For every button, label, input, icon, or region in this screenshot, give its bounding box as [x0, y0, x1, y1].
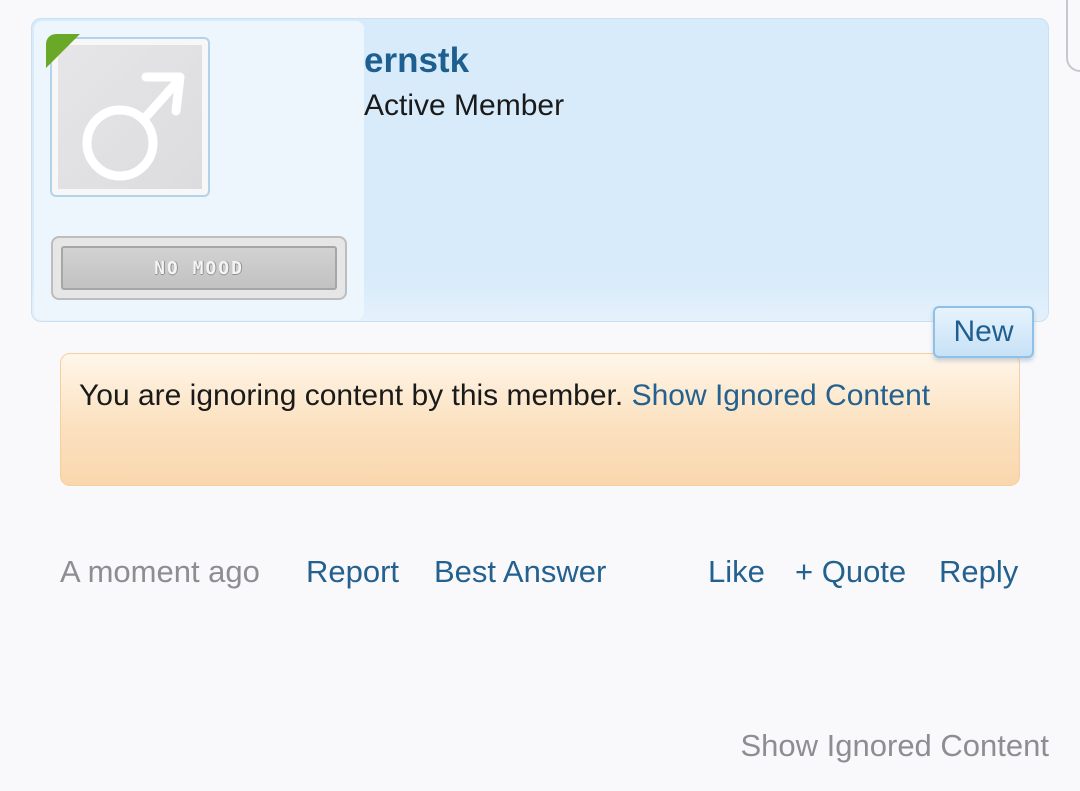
post-timestamp[interactable]: A moment ago	[60, 551, 260, 593]
best-answer-link[interactable]: Best Answer	[434, 551, 606, 593]
user-title: Active Member	[364, 89, 565, 122]
online-indicator	[46, 34, 80, 68]
page: NO MOOD ernstk Active Member New You are…	[0, 0, 1080, 791]
username-link[interactable]: ernstk	[364, 41, 469, 81]
reply-link[interactable]: Reply	[939, 551, 1018, 593]
ignored-content-notice: You are ignoring content by this member.…	[60, 353, 1020, 486]
new-badge: New	[933, 306, 1034, 358]
like-link[interactable]: Like	[708, 551, 765, 593]
report-link[interactable]: Report	[306, 551, 399, 593]
mood-button[interactable]: NO MOOD	[51, 236, 347, 300]
show-ignored-content-link[interactable]: Show Ignored Content	[632, 379, 931, 412]
ignored-notice-text: You are ignoring content by this member.	[79, 379, 624, 412]
mood-label: NO MOOD	[61, 246, 337, 290]
scrollbar-edge	[1066, 0, 1080, 72]
quote-link[interactable]: + Quote	[795, 551, 906, 593]
message-user-header: NO MOOD ernstk Active Member	[31, 18, 1049, 322]
show-ignored-content-bottom-link[interactable]: Show Ignored Content	[741, 725, 1050, 767]
user-info-box: NO MOOD	[34, 21, 364, 320]
